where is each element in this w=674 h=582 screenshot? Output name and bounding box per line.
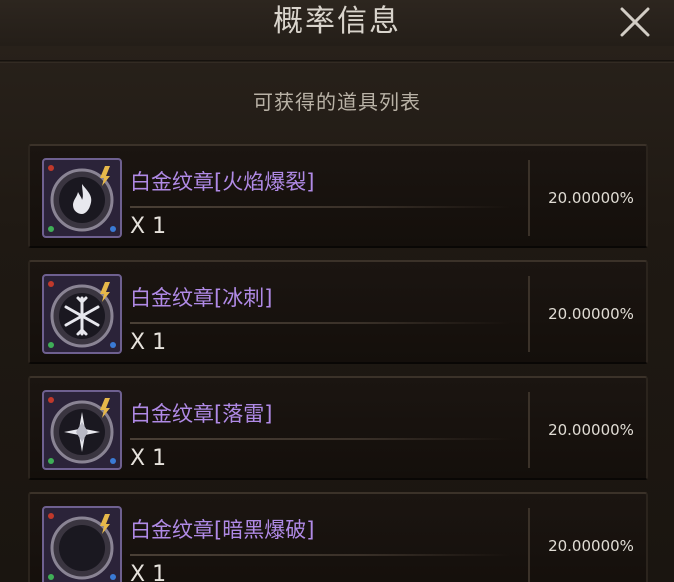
item-probability: 20.00000% [548, 305, 634, 323]
row-divider [130, 206, 510, 208]
item-name: 白金纹章[火焰爆裂] [130, 170, 315, 194]
emblem-slot [42, 274, 122, 354]
emblem-slot [42, 506, 122, 582]
item-quantity: X 1 [130, 214, 167, 239]
list-item[interactable]: 白金纹章[冰刺] X 1 20.00000% [28, 260, 648, 364]
emblem-slot [42, 390, 122, 470]
list-item[interactable]: 白金纹章[火焰爆裂] X 1 20.00000% [28, 144, 648, 248]
close-button[interactable] [612, 4, 656, 40]
item-name: 白金纹章[冰刺] [130, 286, 273, 310]
snowflake-icon [48, 281, 116, 348]
header-divider [0, 60, 674, 63]
item-quantity: X 1 [130, 446, 167, 471]
item-probability: 20.00000% [548, 421, 634, 439]
dialog-header: 概率信息 [0, 0, 674, 46]
column-divider [528, 276, 530, 352]
item-probability: 20.00000% [548, 537, 634, 555]
list-item[interactable]: 白金纹章[暗黑爆破] X 1 20.00000% [28, 492, 648, 582]
column-divider [528, 508, 530, 582]
crescent-moon-icon [48, 513, 116, 580]
item-quantity: X 1 [130, 562, 167, 582]
item-probability: 20.00000% [548, 189, 634, 207]
item-quantity: X 1 [130, 330, 167, 355]
column-divider [528, 392, 530, 468]
fire-icon [48, 165, 116, 232]
emblem-slot [42, 158, 122, 238]
item-name: 白金纹章[落雷] [130, 402, 273, 426]
row-divider [130, 438, 510, 440]
column-divider [528, 160, 530, 236]
dialog-title: 概率信息 [273, 4, 401, 39]
list-header: 可获得的道具列表 [253, 90, 421, 114]
probability-info-dialog: 概率信息 可获得的道具列表 白金纹章[火焰爆裂] X 1 20.00000% 白… [0, 0, 674, 582]
item-name: 白金纹章[暗黑爆破] [130, 518, 315, 542]
list-item[interactable]: 白金纹章[落雷] X 1 20.00000% [28, 376, 648, 480]
lightning-star-icon [48, 397, 116, 464]
close-icon [620, 7, 650, 37]
row-divider [130, 322, 510, 324]
row-divider [130, 554, 510, 556]
